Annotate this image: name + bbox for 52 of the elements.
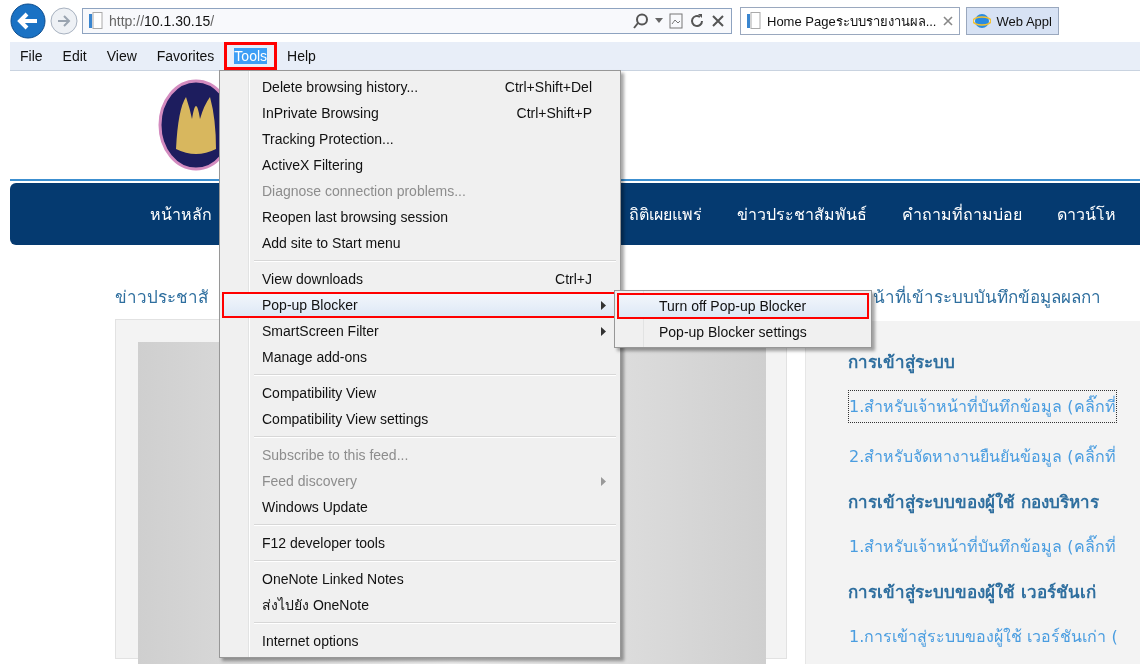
subheading: การเข้าสู่ระบบของผู้ใช้ เวอร์ชันเก่: [848, 580, 1097, 606]
page-icon: [747, 12, 761, 30]
subheading: การเข้าสู่ระบบของผู้ใช้ กองบริหาร: [848, 490, 1100, 516]
tab-title: Home Pageระบบรายงานผล...: [767, 12, 937, 31]
browser-tab[interactable]: Home Pageระบบรายงานผล...: [740, 7, 960, 35]
nav-link[interactable]: คำถามที่ถามบ่อย: [902, 201, 1022, 227]
refresh-icon[interactable]: [689, 13, 705, 29]
browser-tab[interactable]: Web Appl: [965, 7, 1059, 35]
compatibility-icon[interactable]: [669, 13, 683, 29]
submenu-arrow-icon: [601, 326, 606, 336]
subheading: การเข้าสู่ระบบ: [848, 350, 956, 376]
menu-item[interactable]: ส่งไปยัง OneNote: [222, 592, 618, 618]
close-icon[interactable]: [711, 14, 725, 28]
menu-item[interactable]: ActiveX Filtering: [222, 152, 618, 178]
nav-link[interactable]: ถิติเผยแพร่: [629, 201, 702, 227]
section-heading: ข่าวประชาสั: [115, 286, 208, 309]
close-icon[interactable]: [942, 16, 953, 26]
menu-item[interactable]: Add site to Start menu: [222, 230, 618, 256]
address-bar[interactable]: http://10.1.30.15/: [82, 8, 732, 34]
menu-bar-item[interactable]: View: [96, 42, 147, 70]
menu-item[interactable]: Compatibility View settings: [222, 406, 618, 432]
menu-item[interactable]: F12 developer tools: [222, 530, 618, 556]
menu-bar-item[interactable]: Edit: [52, 42, 97, 70]
menu-item[interactable]: Delete browsing history... Ctrl+Shift+Del: [222, 74, 618, 100]
search-icon[interactable]: [633, 13, 649, 29]
menu-item[interactable]: Manage add-ons: [222, 344, 618, 370]
url-text: http://10.1.30.15/: [109, 13, 216, 29]
menu-bar-item[interactable]: File: [10, 42, 53, 70]
menu-item[interactable]: Reopen last browsing session: [222, 204, 618, 230]
nav-link[interactable]: ข่าวประชาสัมพันธ์: [737, 201, 867, 227]
nav-link[interactable]: ดาวน์โห: [1057, 201, 1116, 227]
menu-bar-item[interactable]: Help: [277, 42, 326, 70]
menu-item[interactable]: Pop-up Blocker settings: [617, 319, 869, 345]
menu-item[interactable]: View downloads Ctrl+J: [222, 266, 618, 292]
menu-item[interactable]: Tracking Protection...: [222, 126, 618, 152]
menu-item[interactable]: SmartScreen Filter: [222, 318, 618, 344]
menu-item[interactable]: Windows Update: [222, 494, 618, 520]
menu-item[interactable]: Internet options: [222, 628, 618, 654]
section-heading: น้าที่เข้าระบบบันทึกข้อมูลผลกา: [873, 284, 1101, 309]
nav-link[interactable]: หน้าหลัก: [150, 201, 212, 227]
menu-item[interactable]: OneNote Linked Notes: [222, 566, 618, 592]
submenu-arrow-icon: [601, 300, 606, 310]
tab-title: Web Appl: [996, 13, 1052, 29]
back-button[interactable]: [10, 3, 46, 39]
caret-icon[interactable]: [655, 18, 663, 24]
page-icon: [89, 12, 103, 30]
globe-icon: [972, 12, 991, 30]
menu-item[interactable]: Compatibility View: [222, 380, 618, 406]
menu-item[interactable]: InPrivate Browsing Ctrl+Shift+P: [222, 100, 618, 126]
submenu-arrow-icon: [601, 476, 606, 486]
menu-bar-item[interactable]: Favorites: [146, 42, 225, 70]
menu-item[interactable]: Turn off Pop-up Blocker: [617, 293, 869, 319]
